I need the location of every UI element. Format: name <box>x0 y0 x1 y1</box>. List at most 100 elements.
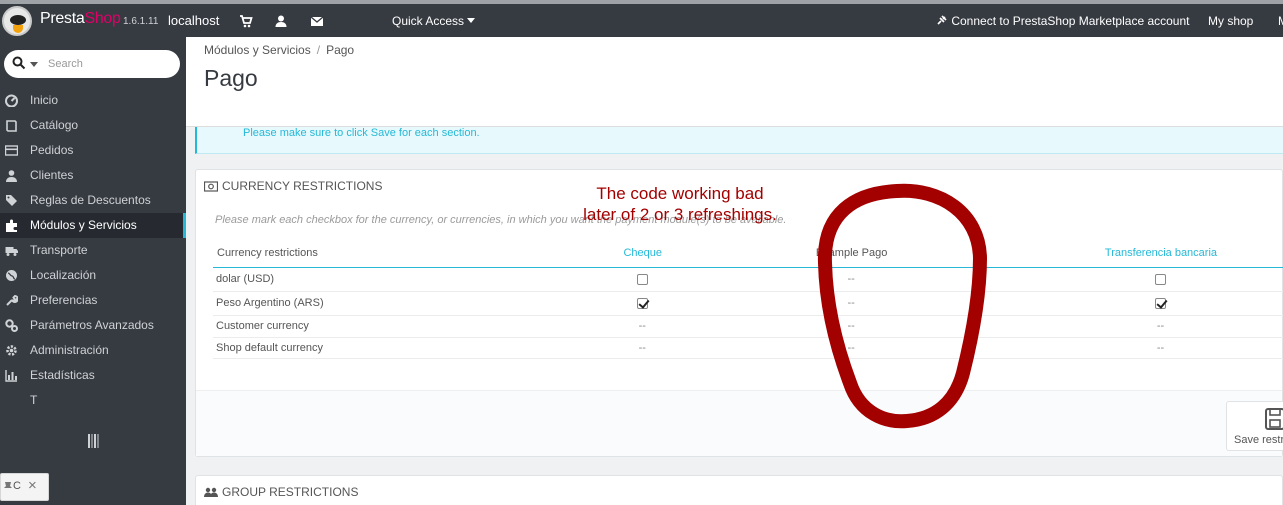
page-header: Módulos y Servicios / Pago Pago <box>186 37 1283 127</box>
shop-host-link[interactable]: localhost <box>168 13 219 28</box>
panel-heading: CURRENCY RESTRICTIONS <box>204 179 382 193</box>
info-alert: Please make sure to click Save for each … <box>195 127 1283 154</box>
cell-transfer: -- <box>1033 315 1283 338</box>
sidebar-item-localización[interactable]: Localización <box>0 263 186 288</box>
breadcrumb-parent[interactable]: Módulos y Servicios <box>204 43 311 57</box>
sidebar-item-reglas-de-descuentos[interactable]: Reglas de Descuentos <box>0 188 186 213</box>
sidebar-item-label: Preferencias <box>30 293 98 307</box>
sidebar-item-t[interactable]: T <box>0 388 186 413</box>
quick-access-dropdown[interactable]: Quick Access <box>392 14 476 28</box>
sidebar-item-label: T <box>30 393 38 407</box>
sidebar-item-label: Catálogo <box>30 118 79 132</box>
sidebar-item-label: Estadísticas <box>30 368 95 382</box>
save-icon <box>1265 408 1283 430</box>
annotation-ring <box>817 183 988 429</box>
cheque-checkbox[interactable] <box>636 297 648 309</box>
col-header-currency: Currency restrictions <box>213 240 617 268</box>
marketplace-connect-link[interactable]: Connect to PrestaShop Marketplace accoun… <box>936 14 1189 28</box>
mini-widget[interactable]: C × <box>0 473 49 501</box>
sidebar-item-preferencias[interactable]: Preferencias <box>0 288 186 313</box>
users-icon <box>204 487 218 497</box>
topbar-truncated-item[interactable]: M <box>1278 14 1283 28</box>
sidebar-nav: Inicio Catálogo Pedidos Clientes Reglas de D… <box>0 88 186 413</box>
user-icon[interactable] <box>274 14 288 28</box>
cell-transfer <box>1033 267 1283 292</box>
cog-icon <box>6 345 17 356</box>
tag-icon <box>6 195 17 206</box>
cell-cheque <box>616 267 666 292</box>
save-button[interactable]: Save restr <box>1226 401 1283 451</box>
sidebar-item-administración[interactable]: Administración <box>0 338 186 363</box>
envelope-icon[interactable] <box>310 14 324 28</box>
info-alert-text: Please make sure to click Save for each … <box>243 127 480 139</box>
currency-name: Peso Argentino (ARS) <box>213 291 617 316</box>
sidebar-item-transporte[interactable]: Transporte <box>0 238 186 263</box>
sidebar-item-estadísticas[interactable]: Estadísticas <box>0 363 186 388</box>
cell-transfer <box>1033 291 1283 316</box>
truck-icon <box>5 247 18 256</box>
close-icon[interactable]: × <box>28 477 37 494</box>
book-icon <box>6 120 17 132</box>
sidebar-item-label: Administración <box>30 343 109 357</box>
sidebar-item-módulos-y-servicios[interactable]: Módulos y Servicios <box>0 213 186 238</box>
collapse-sidebar-icon[interactable] <box>87 434 99 448</box>
annotation-text: The code working bad later of 2 or 3 ref… <box>583 184 777 224</box>
wrench-icon <box>6 294 18 306</box>
sidebar: Inicio Catálogo Pedidos Clientes Reglas de D… <box>0 37 186 505</box>
credit-card-icon <box>5 145 18 156</box>
chevron-down-icon[interactable] <box>30 62 38 67</box>
currency-name: Shop default currency <box>213 337 617 359</box>
col-header-transfer[interactable]: Transferencia bancaria <box>1033 240 1283 268</box>
cell-cheque: -- <box>616 337 666 359</box>
cart-icon[interactable] <box>239 14 253 28</box>
breadcrumb-current: Pago <box>326 43 355 57</box>
table-row: Customer currency -- -- -- <box>213 315 1283 338</box>
currency-name: Customer currency <box>213 315 617 338</box>
globe-icon <box>6 270 17 281</box>
cell-transfer: -- <box>1033 337 1283 359</box>
plug-icon <box>937 15 947 25</box>
pin-icon <box>4 482 12 488</box>
money-icon <box>204 181 218 192</box>
sidebar-item-pedidos[interactable]: Pedidos <box>0 138 186 163</box>
breadcrumb: Módulos y Servicios / Pago <box>204 43 354 57</box>
search-icon[interactable] <box>12 56 26 70</box>
save-button-label: Save restr <box>1234 434 1283 446</box>
sidebar-item-label: Inicio <box>30 93 59 107</box>
page-title: Pago <box>204 65 258 91</box>
panel-heading: GROUP RESTRICTIONS <box>204 485 358 499</box>
sidebar-item-parámetros-avanzados[interactable]: Parámetros Avanzados <box>0 313 186 338</box>
top-bar: PrestaShop 1.6.1.11 localhost Quick Acce… <box>0 0 1283 37</box>
transfer-checkbox[interactable] <box>1154 273 1166 285</box>
cogs-icon <box>5 319 18 332</box>
sidebar-item-clientes[interactable]: Clientes <box>0 163 186 188</box>
caret-down-icon <box>467 18 476 23</box>
search-input[interactable] <box>48 55 173 73</box>
cell-cheque <box>616 291 666 316</box>
panel-footer: Save restr <box>196 390 1283 456</box>
sidebar-item-label: Transporte <box>30 243 88 257</box>
sidebar-item-label: Pedidos <box>30 143 74 157</box>
sidebar-item-label: Módulos y Servicios <box>30 218 137 232</box>
sidebar-item-label: Parámetros Avanzados <box>30 318 154 332</box>
search-box <box>4 50 180 78</box>
table-row: Peso Argentino (ARS) -- <box>213 291 1283 316</box>
cheque-checkbox[interactable] <box>636 273 648 285</box>
transfer-checkbox[interactable] <box>1154 297 1166 309</box>
table-row: Shop default currency -- -- -- <box>213 337 1283 359</box>
sidebar-item-label: Localización <box>30 268 97 282</box>
table-row: dolar (USD) -- <box>213 267 1283 292</box>
puzzle-icon <box>6 219 17 232</box>
my-shop-link[interactable]: My shop <box>1208 14 1253 28</box>
col-header-cheque[interactable]: Cheque <box>616 240 666 268</box>
prestashop-logo[interactable] <box>2 6 32 36</box>
version-label: 1.6.1.11 <box>123 16 159 27</box>
breadcrumb-separator: / <box>316 43 321 57</box>
group-restrictions-panel: GROUP RESTRICTIONS <box>195 475 1283 505</box>
sidebar-item-inicio[interactable]: Inicio <box>0 88 186 113</box>
mini-widget-label: C <box>13 480 21 492</box>
brand-name[interactable]: PrestaShop <box>40 10 121 28</box>
sidebar-item-catálogo[interactable]: Catálogo <box>0 113 186 138</box>
currency-name: dolar (USD) <box>213 267 617 292</box>
sidebar-item-label: Clientes <box>30 168 74 182</box>
